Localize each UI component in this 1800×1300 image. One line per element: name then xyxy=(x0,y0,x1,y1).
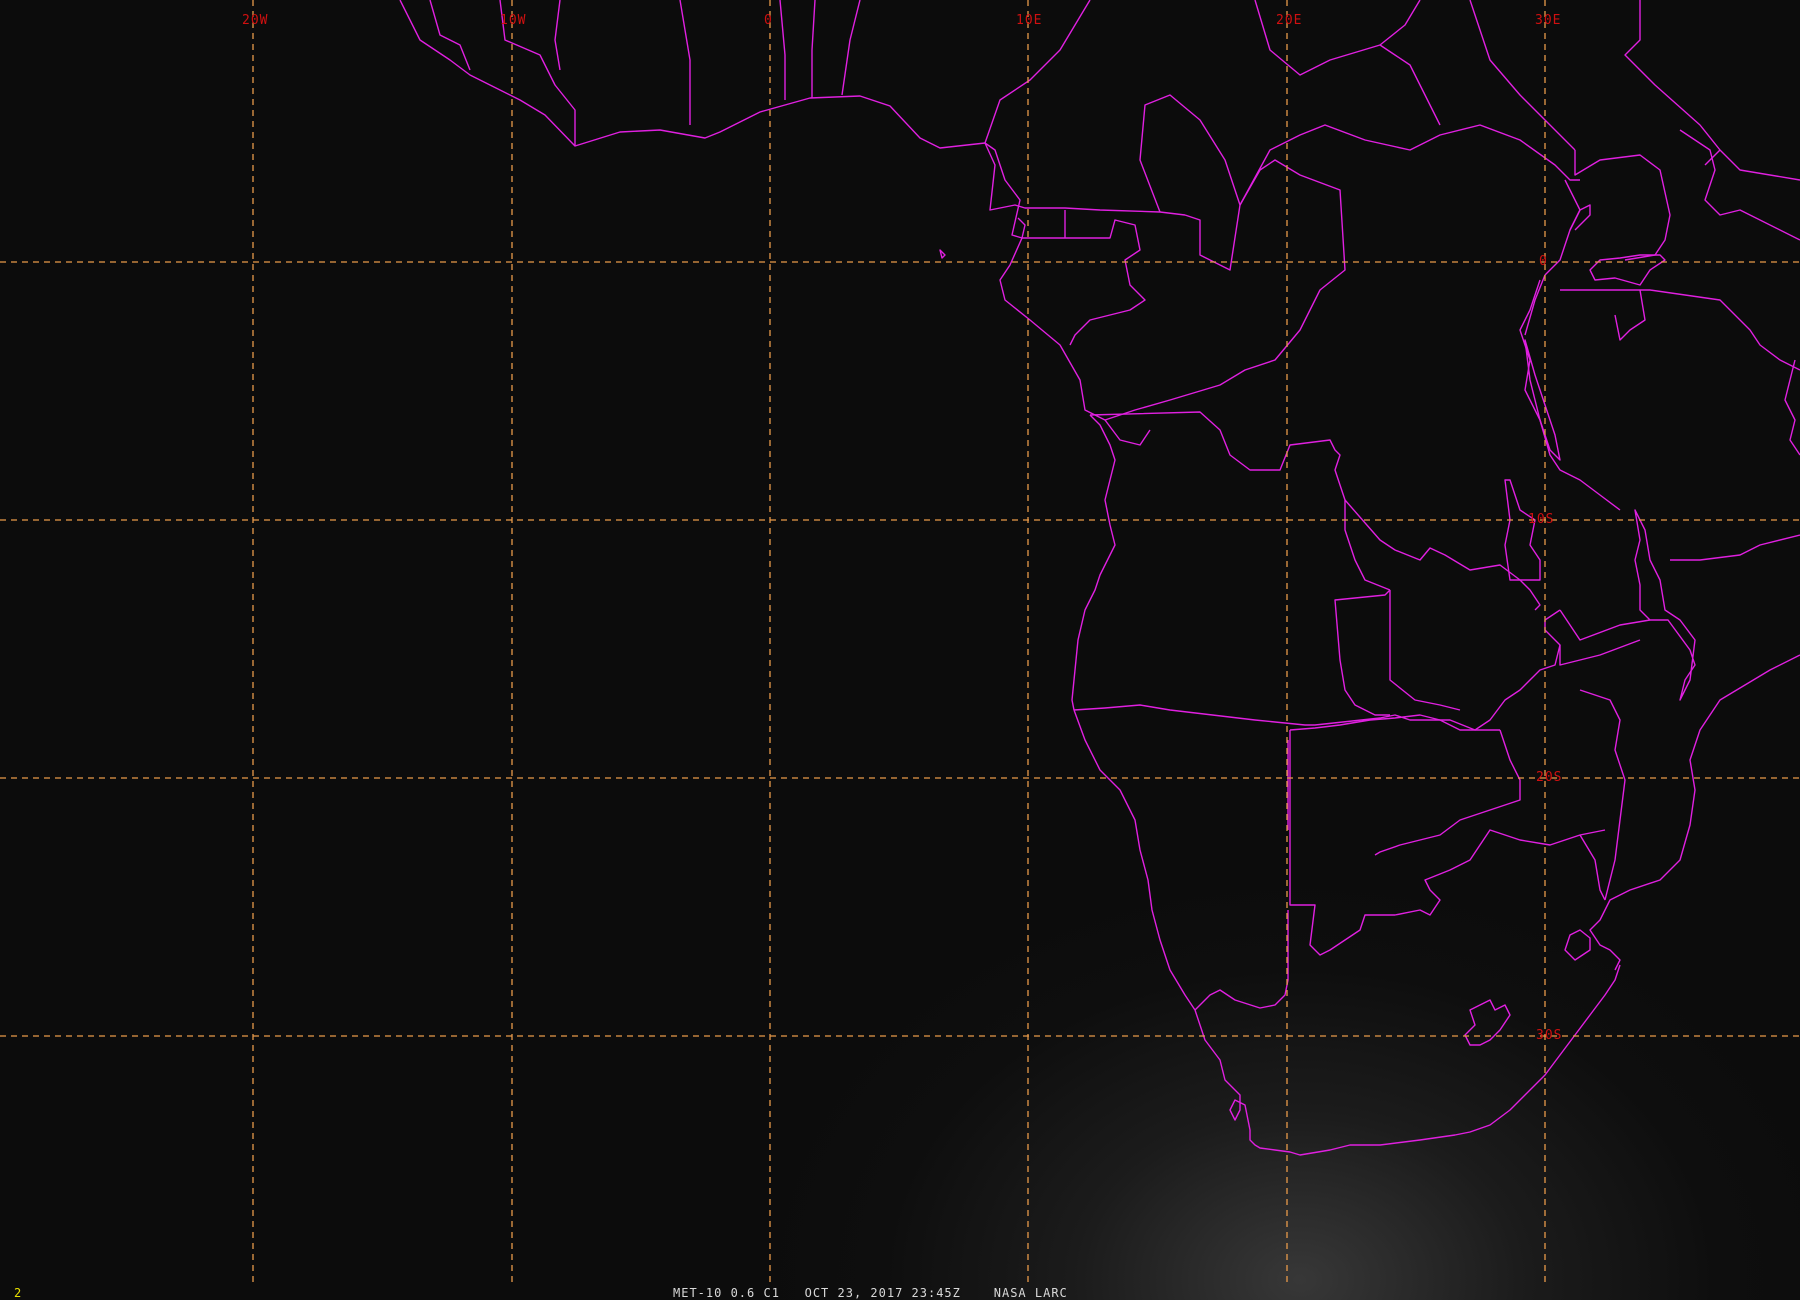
equatorial-guinea-border xyxy=(1017,217,1026,239)
map-overlay: 20W 10W 0 10E 20E 30E 0 10S 20S 30S xyxy=(0,0,1800,1286)
namibia-south-border xyxy=(1194,910,1289,1011)
kenya-coast xyxy=(1784,359,1800,456)
bioko-island xyxy=(939,249,946,259)
west-africa-border-5 xyxy=(779,0,786,100)
lon-label-10w: 10W xyxy=(500,13,526,28)
congo-border xyxy=(1104,159,1346,421)
image-caption: MET-10 0.6 C1 OCT 23, 2017 23:45Z NASA L… xyxy=(673,1286,1068,1300)
lon-label-0: 0 xyxy=(764,13,773,28)
lat-lon-grid xyxy=(0,0,1800,1286)
lat-label-10s: 10S xyxy=(1528,512,1554,527)
gulf-coastline xyxy=(984,142,1151,446)
malawi-lake xyxy=(1634,509,1696,701)
lat-label-0: 0 xyxy=(1539,254,1548,269)
east-africa-border-1 xyxy=(1624,0,1800,181)
tanzania-lake xyxy=(1614,289,1646,341)
lesotho-border xyxy=(1464,999,1511,1046)
west-africa-border-3 xyxy=(554,0,561,71)
west-africa-border-7 xyxy=(841,0,861,96)
west-africa-coastline xyxy=(399,0,986,149)
lon-label-20e: 20E xyxy=(1276,13,1302,28)
gabon-border xyxy=(1022,210,1146,346)
frame-number: 2 xyxy=(14,1286,23,1300)
great-lakes-rift xyxy=(1519,279,1621,511)
west-africa-border-4 xyxy=(679,0,691,125)
tanzania-border xyxy=(1560,289,1800,371)
lon-label-10e: 10E xyxy=(1016,13,1042,28)
satellite-map: 20W 10W 0 10E 20E 30E 0 10S 20S 30S 2 ME… xyxy=(0,0,1800,1300)
angola-coastline xyxy=(1071,414,1116,711)
eswatini-border xyxy=(1564,929,1591,961)
angola-south-border xyxy=(1073,704,1420,726)
drc-south-border xyxy=(1344,499,1541,611)
zimbabwe-east-border xyxy=(1579,689,1626,901)
kenya-border xyxy=(1679,129,1800,241)
longitude-labels: 20W 10W 0 10E 20E 30E xyxy=(242,13,1561,28)
mozambique-border xyxy=(1559,639,1641,666)
zimbabwe-border xyxy=(1374,729,1521,856)
zambia-east-border xyxy=(1389,590,1461,711)
namibia-coastline xyxy=(1073,709,1196,1011)
lat-label-20s: 20S xyxy=(1536,770,1562,785)
botswana-east xyxy=(1579,834,1606,901)
drc-east-border xyxy=(1524,274,1546,336)
country-borders xyxy=(399,0,1800,1156)
drc-north-border xyxy=(1239,124,1580,206)
lat-label-30s: 30S xyxy=(1536,1028,1562,1043)
status-bar: 2 MET-10 0.6 C1 OCT 23, 2017 23:45Z NASA… xyxy=(0,1286,1800,1300)
cameroon-border xyxy=(984,142,1186,216)
angola-east-border xyxy=(1334,589,1391,716)
south-africa-coastline xyxy=(1194,964,1621,1156)
zambia-panhandle xyxy=(1504,479,1541,581)
car-border xyxy=(1139,94,1241,213)
east-africa-border-2 xyxy=(1544,179,1581,276)
mozambique-north-border xyxy=(1559,534,1800,641)
lon-label-30e: 30E xyxy=(1535,13,1561,28)
lon-label-20w: 20W xyxy=(242,13,268,28)
botswana-border xyxy=(1289,730,1606,956)
zambia-south-border xyxy=(1420,609,1561,731)
west-africa-border-6 xyxy=(811,0,816,98)
